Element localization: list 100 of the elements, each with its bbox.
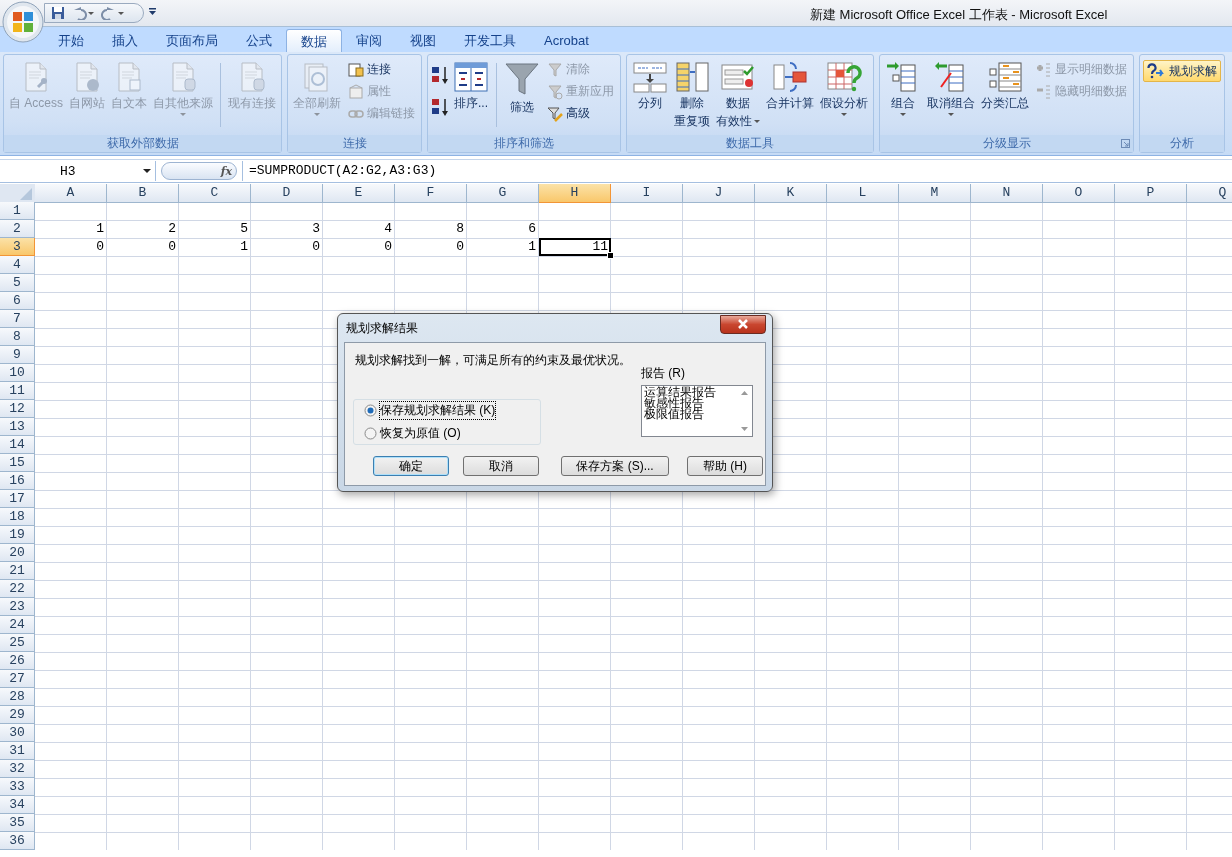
row-header[interactable]: 36 <box>0 832 35 850</box>
ribbon-button[interactable]: 假设分析 <box>818 57 870 133</box>
dialog-button[interactable]: 确定 <box>373 456 449 476</box>
column-header[interactable]: C <box>179 184 251 203</box>
row-header[interactable]: 19 <box>0 526 35 544</box>
row-header[interactable]: 2 <box>0 220 35 238</box>
row-header[interactable]: 18 <box>0 508 35 526</box>
ribbon-tab[interactable]: 页面布局 <box>152 29 232 52</box>
table-cell[interactable]: 0 <box>107 238 179 256</box>
row-header[interactable]: 31 <box>0 742 35 760</box>
insert-function-button[interactable]: fx <box>161 162 237 180</box>
row-header[interactable]: 8 <box>0 328 35 346</box>
scroll-up-icon[interactable] <box>740 391 748 395</box>
ribbon-tab[interactable]: 开发工具 <box>450 29 530 52</box>
radio-label[interactable]: 保存规划求解结果 (K) <box>380 402 496 419</box>
scroll-down-icon[interactable] <box>740 427 748 431</box>
row-header[interactable]: 16 <box>0 472 35 490</box>
list-item[interactable]: 极限值报告 <box>644 409 734 420</box>
column-header[interactable]: I <box>611 184 683 203</box>
table-cell[interactable]: 0 <box>35 238 107 256</box>
table-cell[interactable]: 6 <box>467 220 539 238</box>
table-cell[interactable]: 3 <box>251 220 323 238</box>
sort-ascending-icon[interactable] <box>431 65 449 85</box>
table-cell[interactable]: 2 <box>107 220 179 238</box>
ribbon-button[interactable]: 合并计算 <box>764 57 816 133</box>
close-button[interactable] <box>720 314 766 334</box>
row-header[interactable]: 12 <box>0 400 35 418</box>
column-header[interactable]: A <box>35 184 107 203</box>
radio-button[interactable] <box>364 427 377 440</box>
ribbon-button[interactable]: 连接 <box>345 59 418 80</box>
row-header[interactable]: 26 <box>0 652 35 670</box>
table-cell[interactable]: 1 <box>467 238 539 256</box>
ribbon-button[interactable]: 高级 <box>544 103 617 124</box>
row-header[interactable]: 10 <box>0 364 35 382</box>
ribbon-button[interactable]: 数据 有效性 <box>714 57 762 133</box>
column-header[interactable]: D <box>251 184 323 203</box>
ribbon-button[interactable]: 分列 <box>630 57 670 133</box>
radio-button[interactable] <box>364 404 377 417</box>
table-cell[interactable]: 8 <box>395 220 467 238</box>
column-header[interactable]: H <box>539 184 611 203</box>
row-header[interactable]: 21 <box>0 562 35 580</box>
customize-icon[interactable] <box>149 8 157 16</box>
row-header[interactable]: 22 <box>0 580 35 598</box>
row-header[interactable]: 15 <box>0 454 35 472</box>
row-header[interactable]: 20 <box>0 544 35 562</box>
save-icon[interactable] <box>51 6 65 20</box>
table-cell[interactable]: 5 <box>179 220 251 238</box>
connections-icon[interactable] <box>348 61 364 78</box>
column-header[interactable]: B <box>107 184 179 203</box>
row-header[interactable]: 34 <box>0 796 35 814</box>
radio-label[interactable]: 恢复为原值 (O) <box>380 425 461 442</box>
funnel-pencil-icon[interactable] <box>547 105 563 122</box>
row-header[interactable]: 32 <box>0 760 35 778</box>
list-item[interactable]: 敏感性报告 <box>644 398 734 409</box>
row-header[interactable]: 13 <box>0 418 35 436</box>
ribbon-tab[interactable]: 视图 <box>396 29 450 52</box>
ribbon-button[interactable]: 筛选 <box>502 57 542 133</box>
row-header[interactable]: 25 <box>0 634 35 652</box>
dialog-button[interactable]: 帮助 (H) <box>687 456 763 476</box>
ribbon-tab[interactable]: 开始 <box>44 29 98 52</box>
solver-question-icon[interactable] <box>1147 63 1167 79</box>
column-header[interactable]: F <box>395 184 467 203</box>
table-cell[interactable]: 0 <box>395 238 467 256</box>
redo-icon[interactable] <box>101 6 125 20</box>
ribbon-button[interactable]: 排序... <box>451 57 491 133</box>
formula-field[interactable]: =SUMPRODUCT(A2:G2,A3:G3) <box>242 161 1232 181</box>
name-box[interactable]: H3 <box>0 161 156 181</box>
ribbon-tab[interactable]: 审阅 <box>342 29 396 52</box>
column-header[interactable]: M <box>899 184 971 203</box>
row-header[interactable]: 24 <box>0 616 35 634</box>
row-header[interactable]: 27 <box>0 670 35 688</box>
row-header[interactable]: 4 <box>0 256 35 274</box>
row-header[interactable]: 3 <box>0 238 35 256</box>
column-header[interactable]: K <box>755 184 827 203</box>
column-header[interactable]: Q <box>1187 184 1232 203</box>
solver-button[interactable]: 规划求解 <box>1143 60 1221 82</box>
column-header[interactable]: P <box>1115 184 1187 203</box>
table-cell[interactable]: 11 <box>539 238 611 256</box>
row-header[interactable]: 11 <box>0 382 35 400</box>
row-header[interactable]: 23 <box>0 598 35 616</box>
column-header[interactable]: L <box>827 184 899 203</box>
row-header[interactable]: 28 <box>0 688 35 706</box>
ribbon-button[interactable]: 取消组合 <box>925 57 977 133</box>
ribbon-tab[interactable]: 数据 <box>286 29 342 52</box>
dialog-button[interactable]: 保存方案 (S)... <box>561 456 669 476</box>
ribbon-tab[interactable]: 公式 <box>232 29 286 52</box>
row-header[interactable]: 33 <box>0 778 35 796</box>
ribbon-button[interactable]: 组合 <box>883 57 923 133</box>
row-header[interactable]: 35 <box>0 814 35 832</box>
row-header[interactable]: 1 <box>0 202 35 220</box>
sort-descending-icon[interactable] <box>431 97 449 117</box>
list-item[interactable]: 运算结果报告 <box>644 387 734 398</box>
ribbon-button[interactable]: 删除 重复项 <box>672 57 712 133</box>
row-header[interactable]: 9 <box>0 346 35 364</box>
column-header[interactable]: G <box>467 184 539 203</box>
row-header[interactable]: 29 <box>0 706 35 724</box>
column-header[interactable]: O <box>1043 184 1115 203</box>
row-header[interactable]: 6 <box>0 292 35 310</box>
table-cell[interactable]: 0 <box>251 238 323 256</box>
column-header[interactable]: J <box>683 184 755 203</box>
